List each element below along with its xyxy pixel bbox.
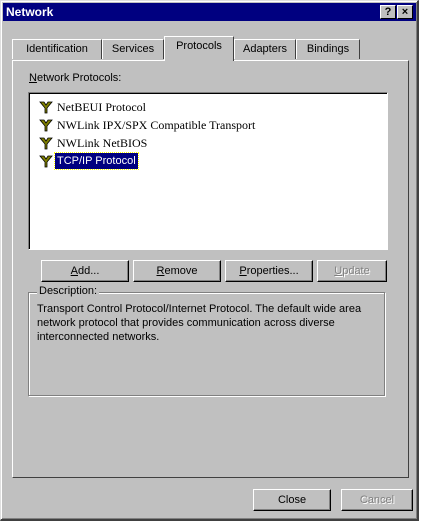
network-protocols-label: Network Protocols:: [29, 72, 122, 84]
help-button[interactable]: ?: [380, 5, 396, 19]
tab-adapters[interactable]: Adapters: [234, 39, 296, 59]
protocols-list[interactable]: NetBEUI Protocol NWLink IPX/SPX Compatib…: [28, 92, 388, 250]
tab-bindings[interactable]: Bindings: [296, 39, 360, 59]
properties-button[interactable]: Properties...: [225, 260, 313, 282]
cancel-button: Cancel: [341, 489, 413, 511]
title-bar: Network ? ×: [3, 3, 416, 21]
update-button: Update: [317, 260, 387, 282]
remove-button[interactable]: Remove: [133, 260, 221, 282]
close-button[interactable]: Close: [253, 489, 331, 511]
tab-services[interactable]: Services: [102, 39, 164, 59]
network-dialog: Network ? × Identification Services Prot…: [0, 0, 419, 521]
network-protocol-icon: [39, 119, 53, 132]
description-text: Transport Control Protocol/Internet Prot…: [37, 303, 362, 343]
network-protocol-icon: [39, 101, 53, 114]
tab-identification[interactable]: Identification: [12, 39, 102, 59]
network-protocol-icon: [39, 155, 53, 168]
network-protocol-icon: [39, 137, 53, 150]
close-icon[interactable]: ×: [397, 5, 413, 19]
description-label: Description:: [37, 285, 100, 297]
tab-protocols[interactable]: Protocols: [164, 36, 234, 61]
window-title: Network: [6, 5, 54, 19]
add-button[interactable]: Add...: [41, 260, 129, 282]
